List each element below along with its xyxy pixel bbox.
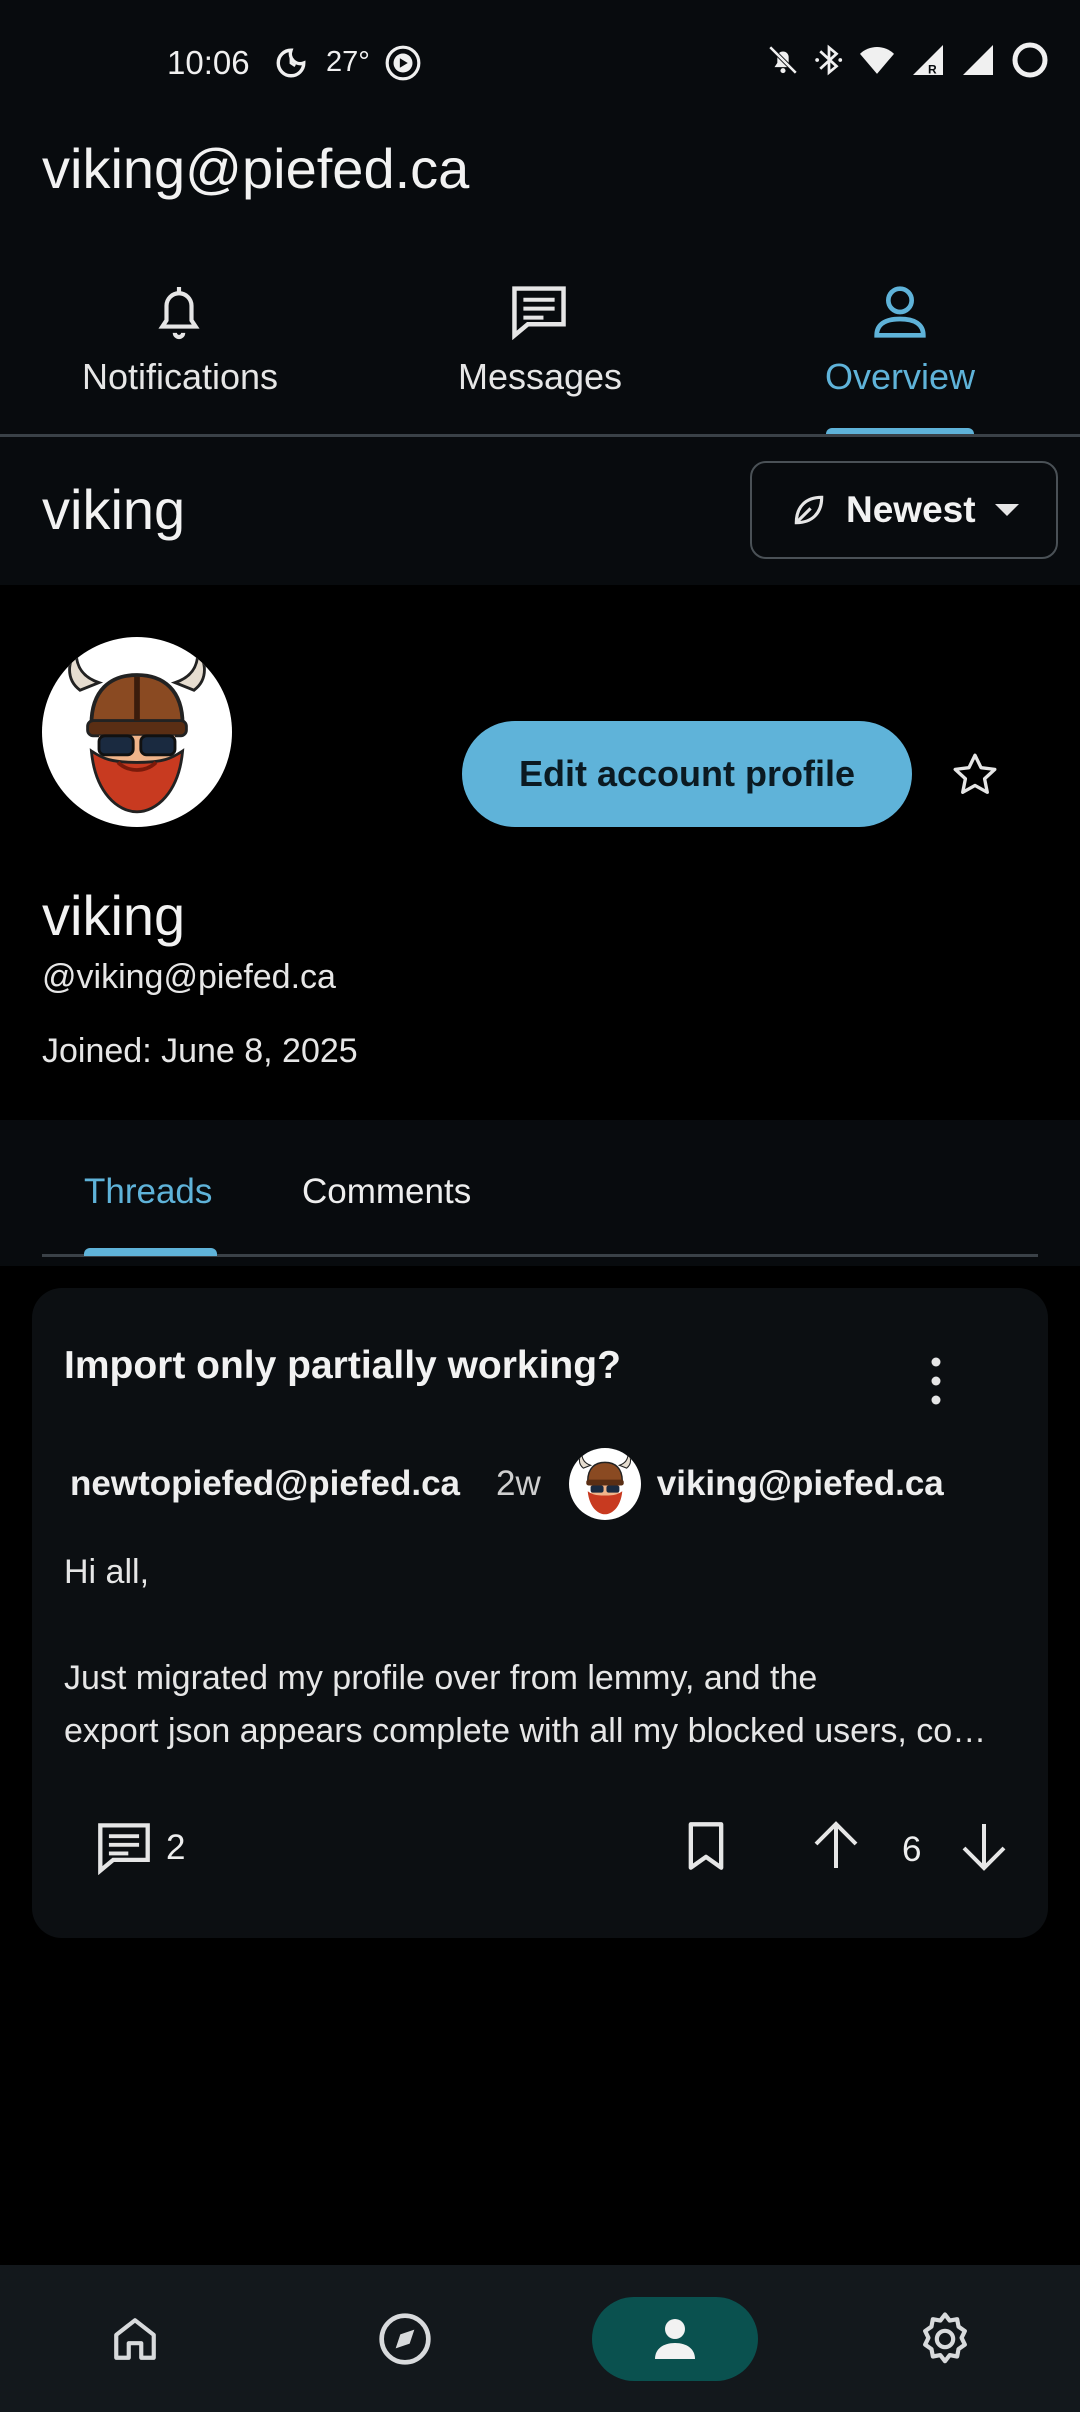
viking-avatar-icon	[68, 648, 206, 814]
settings-icon	[917, 2311, 973, 2367]
upvote-icon[interactable]	[812, 1820, 860, 1872]
svg-text:R: R	[928, 63, 937, 77]
post-actions: 2 6	[64, 1808, 1014, 1888]
post-age: 2w	[496, 1464, 541, 1503]
dropdown-arrow-icon	[994, 502, 1020, 518]
tab-threads[interactable]: Threads	[84, 1172, 212, 1212]
nav-explore[interactable]	[370, 2297, 440, 2381]
downvote-icon[interactable]	[960, 1820, 1008, 1872]
bottom-nav	[0, 2265, 1080, 2412]
content-tab-indicator	[84, 1248, 217, 1256]
tab-comments[interactable]: Comments	[302, 1172, 471, 1212]
comments-button[interactable]: 2	[96, 1808, 185, 1888]
post-card[interactable]: Import only partially working? newtopief…	[32, 1288, 1048, 1938]
account-title[interactable]: viking@piefed.ca	[42, 136, 469, 201]
status-time: 10:06	[167, 44, 250, 81]
more-options-icon[interactable]	[930, 1356, 942, 1406]
explore-icon	[377, 2311, 433, 2367]
post-body-line: Just migrated my profile over from lemmy…	[64, 1659, 818, 1697]
post-body[interactable]: Hi all, Just migrated my profile over fr…	[64, 1546, 1014, 1758]
signal-roaming-icon: R	[913, 45, 943, 77]
page-title: viking	[42, 478, 186, 541]
status-bar: 10:06 27° R	[0, 0, 1080, 126]
post-community[interactable]: newtopiefed@piefed.ca	[70, 1464, 460, 1504]
comment-icon	[96, 1821, 152, 1875]
leaf-icon	[790, 491, 828, 529]
signal-icon	[963, 45, 993, 75]
post-author[interactable]: viking@piefed.ca	[657, 1464, 944, 1504]
mute-icon	[768, 45, 798, 75]
tab-messages-label: Messages	[457, 356, 623, 397]
status-temperature: 27°	[326, 46, 370, 78]
bell-icon	[154, 282, 204, 342]
status-icons: R	[766, 40, 1050, 80]
wifi-icon	[860, 47, 894, 74]
tab-notifications-label: Notifications	[81, 356, 279, 397]
content-tabs: Threads Comments	[0, 1120, 1080, 1266]
post-title[interactable]: Import only partially working?	[64, 1344, 621, 1388]
post-meta: newtopiefed@piefed.ca 2w viking@piefed.c…	[70, 1446, 944, 1522]
avatar	[42, 637, 232, 827]
post-body-line: Hi all,	[64, 1553, 150, 1591]
profile-name: viking	[42, 884, 186, 947]
edit-profile-button[interactable]: Edit account profile	[462, 721, 912, 827]
home-icon	[110, 2314, 160, 2364]
message-icon	[510, 284, 568, 340]
subheader: viking Newest	[0, 437, 1080, 585]
battery-ring-icon	[1012, 42, 1048, 78]
comment-count: 2	[166, 1828, 186, 1867]
tab-overview-label: Overview	[824, 356, 976, 397]
nav-profile[interactable]	[592, 2297, 758, 2381]
favorite-star-icon[interactable]	[950, 750, 1000, 800]
post-score: 6	[902, 1830, 922, 1869]
bluetooth-icon	[815, 44, 843, 76]
profile-joined-date: Joined: June 8, 2025	[42, 1032, 358, 1070]
bookmark-icon[interactable]	[684, 1820, 728, 1872]
sort-dropdown[interactable]: Newest	[750, 461, 1058, 559]
post-body-line	[64, 1599, 1014, 1652]
app-icon	[384, 44, 422, 82]
profile-icon	[651, 2315, 699, 2363]
viking-avatar-icon	[578, 1452, 631, 1515]
profile-section: Edit account profile viking @viking@pief…	[0, 585, 1080, 1120]
person-icon	[872, 284, 928, 340]
profile-handle: @viking@piefed.ca	[42, 958, 336, 996]
sort-label: Newest	[846, 489, 976, 530]
nav-home[interactable]	[100, 2297, 170, 2381]
post-body-line: export json appears complete with all my…	[64, 1712, 1014, 1750]
weather-icon	[274, 46, 308, 80]
nav-settings[interactable]	[910, 2297, 980, 2381]
post-author-avatar[interactable]	[568, 1448, 641, 1520]
